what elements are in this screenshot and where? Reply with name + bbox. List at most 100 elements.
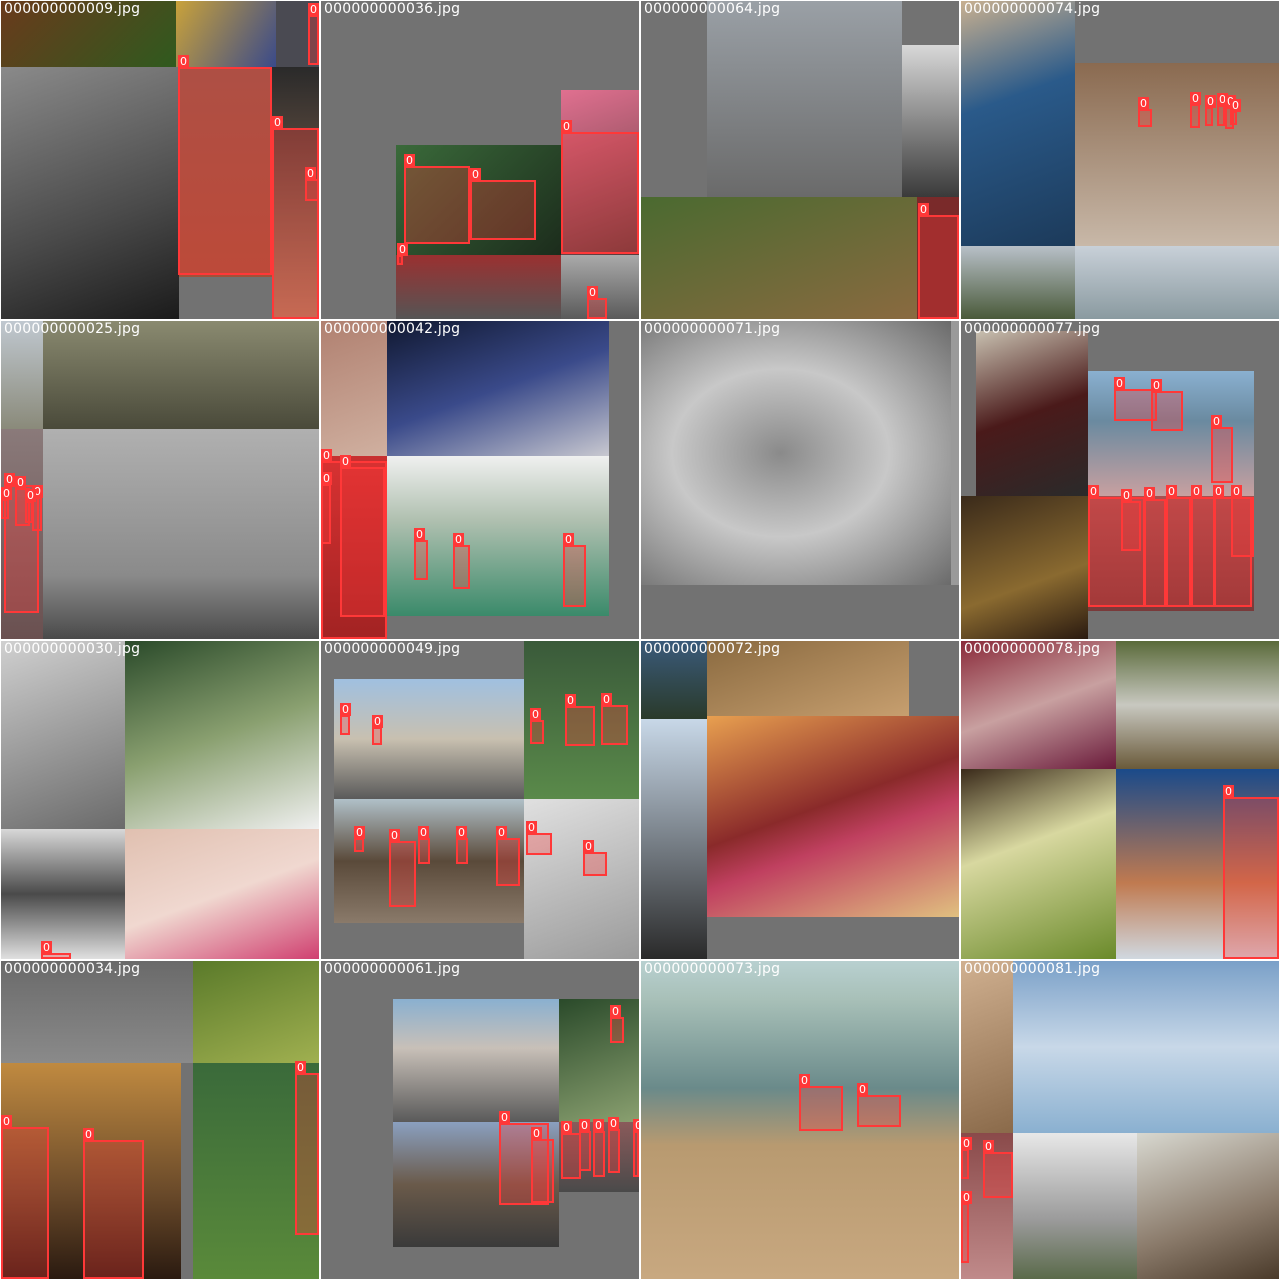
detection-box: 0 — [1138, 97, 1152, 127]
detection-label: 0 — [1191, 485, 1202, 498]
detection-label: 0 — [41, 941, 52, 954]
detection-label: 0 — [1138, 97, 1149, 110]
detection-box: 0 — [1121, 489, 1141, 551]
photo-forest — [559, 999, 639, 1122]
detection-label: 0 — [414, 528, 425, 541]
detection-box: 0 — [1151, 379, 1183, 431]
detection-box: 0 — [1190, 92, 1201, 128]
photo-donut-apple — [641, 321, 951, 585]
photo-dog-goggles — [387, 321, 609, 456]
photo-hydrant — [43, 429, 319, 639]
photo-storefront — [396, 255, 561, 319]
mosaic-tile: 0 0 0 0 0 000000000025.jpg — [1, 321, 319, 639]
photo-trees — [961, 246, 1075, 319]
detection-label: 0 — [1230, 99, 1241, 112]
detection-label: 0 — [526, 821, 537, 834]
detection-box: 0 — [983, 1140, 1013, 1198]
detection-label: 0 — [321, 472, 332, 485]
detection-box: 0 — [593, 1119, 605, 1177]
mosaic-tile: 0 0 0 0 0 0 0 0 0 0 000000000077.jpg — [961, 321, 1279, 639]
photo-wall — [1137, 1133, 1279, 1279]
tile-filename: 000000000009.jpg — [4, 1, 141, 17]
photo-skate-ramp — [524, 799, 639, 959]
photo-window — [1, 641, 125, 829]
detection-box: 0 — [1205, 95, 1216, 126]
detection-box: 0 — [404, 154, 470, 244]
detection-box: 0 — [565, 694, 595, 746]
tile-filename: 000000000071.jpg — [644, 321, 781, 337]
detection-box: 0 — [305, 167, 319, 201]
detection-box: 0 — [563, 533, 586, 607]
detection-box: 0 — [1211, 415, 1233, 483]
photo-bus — [334, 679, 524, 799]
photo-ornament — [961, 641, 1116, 769]
detection-label: 0 — [1, 1115, 12, 1128]
detection-label: 0 — [531, 1127, 542, 1140]
detection-label: 0 — [295, 1061, 306, 1074]
detection-box: 0 — [601, 693, 628, 745]
detection-box: 0 — [1166, 485, 1191, 607]
detection-label: 0 — [418, 826, 429, 839]
tile-filename: 000000000049.jpg — [324, 641, 461, 657]
detection-label: 0 — [404, 154, 415, 167]
detection-label: 0 — [565, 694, 576, 707]
detection-label: 0 — [1151, 379, 1162, 392]
tile-filename: 000000000074.jpg — [964, 1, 1101, 17]
mosaic-tile: 000000000072.jpg — [641, 641, 959, 959]
detection-box: 0 — [918, 203, 959, 319]
detection-box: 0 — [340, 455, 385, 617]
detection-label: 0 — [340, 703, 351, 716]
detection-box: 0 — [453, 533, 470, 589]
detection-label: 0 — [372, 715, 383, 728]
photo-dog — [1, 67, 179, 319]
detection-box: 0 — [418, 826, 430, 864]
tile-filename: 000000000061.jpg — [324, 961, 461, 977]
detection-label: 0 — [83, 1128, 94, 1141]
photo-motorcycle — [976, 331, 1088, 496]
detection-label: 0 — [354, 826, 365, 839]
detection-label: 0 — [15, 476, 26, 489]
detection-box: 0 — [25, 489, 36, 523]
detection-box: 0 — [1, 487, 12, 519]
detection-box: 0 — [561, 1121, 581, 1179]
mosaic-tile: 0 0 0 000000000034.jpg — [1, 961, 319, 1279]
photo-food — [961, 961, 1013, 1133]
detection-box: 0 — [531, 1127, 554, 1203]
photo-person — [321, 321, 387, 456]
detection-label: 0 — [601, 693, 612, 706]
detection-box: 0 — [354, 826, 365, 852]
tile-filename: 000000000078.jpg — [964, 641, 1101, 657]
detection-label: 0 — [453, 533, 464, 546]
photo-street — [707, 1, 902, 197]
photo-strip — [951, 321, 959, 585]
mosaic-tile: 0 0 0 000000000081.jpg — [961, 961, 1279, 1279]
detection-label: 0 — [308, 3, 319, 16]
tile-filename: 000000000073.jpg — [644, 961, 781, 977]
photo-street — [393, 999, 559, 1122]
detection-label: 0 — [305, 167, 316, 180]
detection-label: 0 — [496, 826, 507, 839]
detection-label: 0 — [272, 116, 283, 129]
mosaic-tile: 0 0 0 0 0 000000000036.jpg — [321, 1, 639, 319]
detection-label: 0 — [530, 708, 541, 721]
detection-box: 0 — [178, 55, 272, 275]
photo-beets — [707, 716, 959, 917]
photo-sky — [1075, 246, 1279, 319]
detection-box: 0 — [1223, 785, 1279, 959]
photo-snow — [1, 829, 125, 959]
detection-box: 0 — [633, 1119, 639, 1177]
tile-filename: 000000000036.jpg — [324, 1, 461, 17]
photo-squash — [961, 769, 1116, 959]
detection-label: 0 — [1114, 377, 1125, 390]
detection-label: 0 — [178, 55, 189, 68]
detection-label: 0 — [593, 1119, 604, 1132]
detection-label: 0 — [1166, 485, 1177, 498]
tile-filename: 000000000064.jpg — [644, 1, 781, 17]
detection-label: 0 — [608, 1117, 619, 1130]
detection-label: 0 — [857, 1083, 868, 1096]
mosaic-tile: 0 000000000064.jpg — [641, 1, 959, 319]
detection-box: 0 — [608, 1117, 620, 1173]
photo-cupcakes — [125, 829, 319, 959]
detection-label: 0 — [397, 243, 408, 256]
detection-box: 0 — [295, 1061, 319, 1235]
